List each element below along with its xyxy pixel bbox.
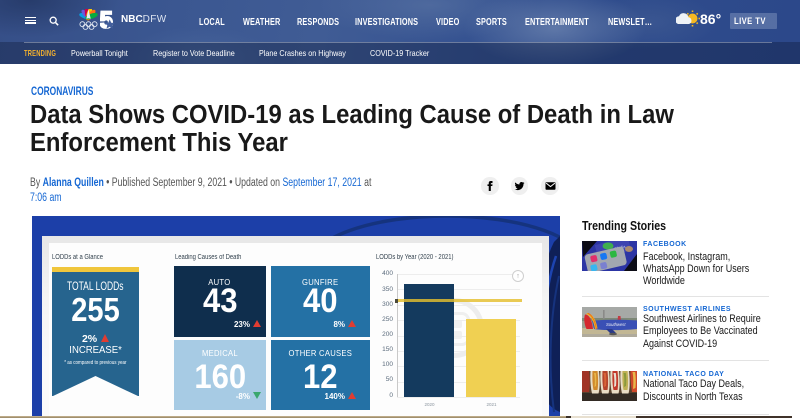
svg-text:Southwest: Southwest	[606, 322, 626, 327]
